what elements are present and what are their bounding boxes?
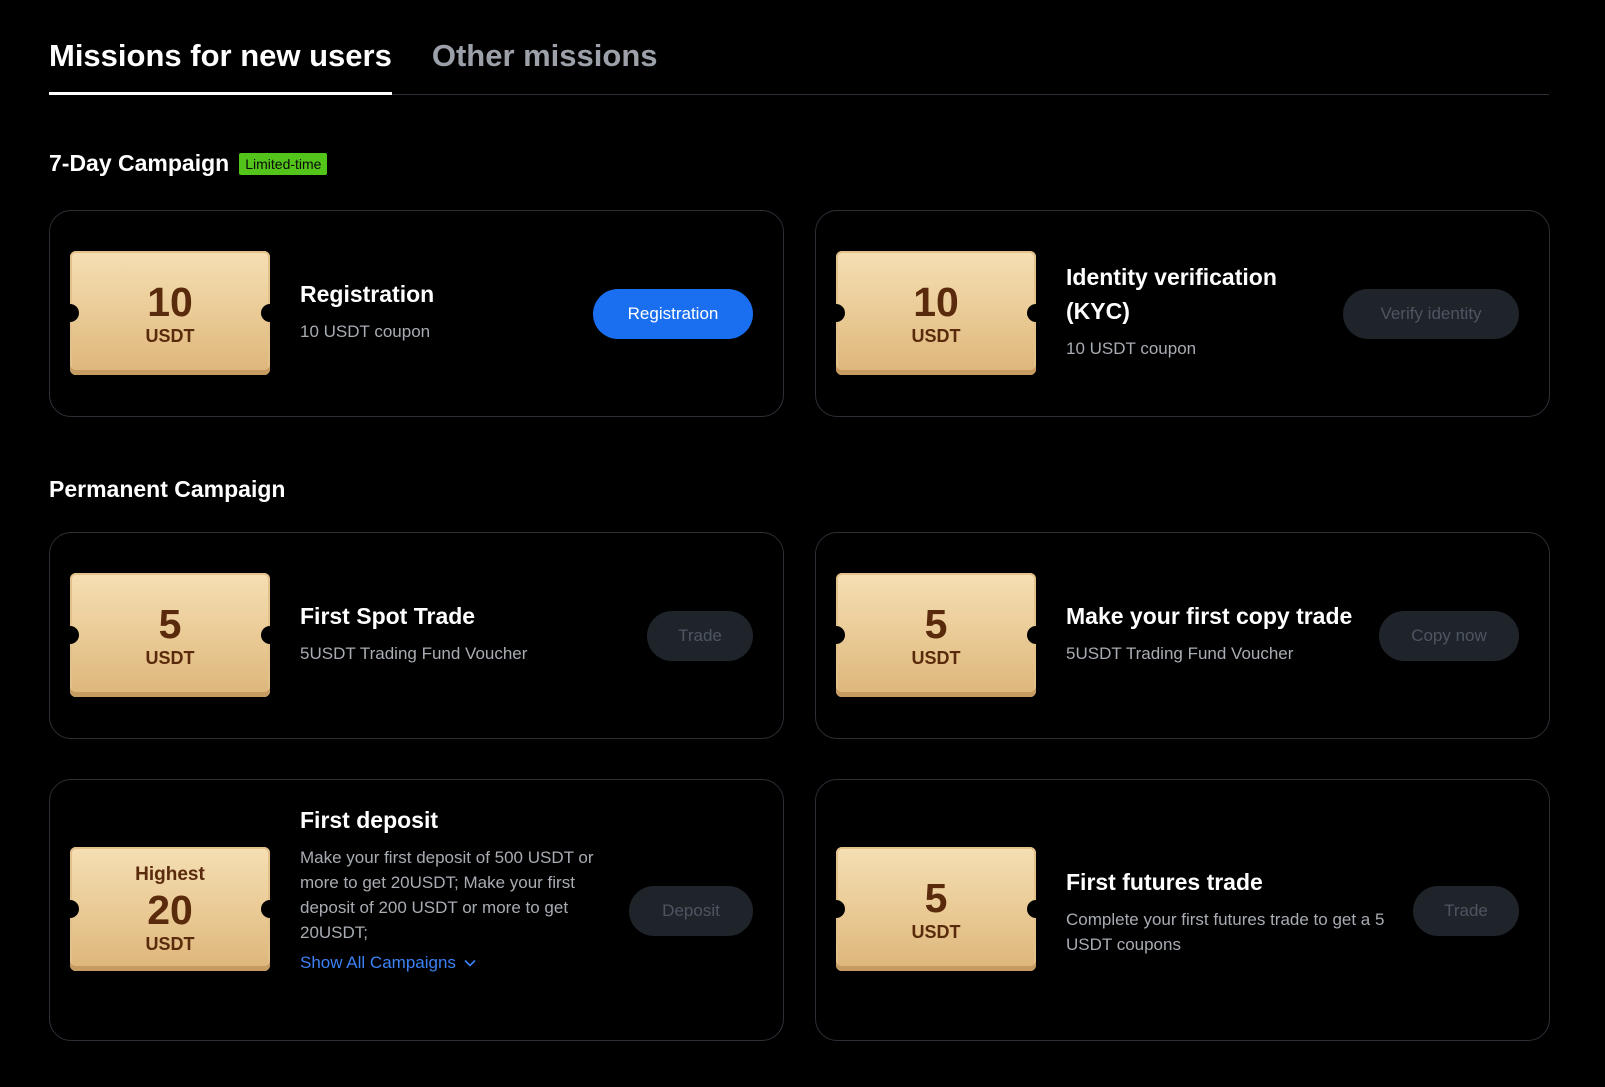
ticket-unit: USDT [911, 325, 961, 346]
trade-button[interactable]: Trade [647, 611, 753, 661]
missions-page: Missions for new users Other missions 7-… [0, 0, 1605, 1087]
mission-desc: 5USDT Trading Fund Voucher [300, 644, 528, 663]
ticket-prefix: Highest [135, 863, 205, 885]
mission-card-kyc: 10 USDT Identity verification (KYC) 10 U… [815, 210, 1550, 417]
mission-title: First futures trade [1066, 869, 1263, 895]
section-title: 7-Day Campaign [49, 150, 230, 176]
coupon-ticket: 5 USDT [827, 847, 1045, 971]
limited-time-badge: Limited-time [239, 152, 328, 175]
mission-title: First deposit [300, 807, 439, 833]
mission-title: Registration [300, 281, 435, 307]
ticket-value: 10 [913, 278, 959, 325]
ticket-unit: USDT [911, 647, 961, 668]
coupon-ticket: Highest 20 USDT [61, 847, 279, 971]
section-title: Permanent Campaign [49, 476, 286, 502]
verify-identity-button[interactable]: Verify identity [1343, 289, 1519, 339]
ticket-notch [827, 304, 845, 322]
copy-now-button[interactable]: Copy now [1379, 611, 1519, 661]
ticket-unit: USDT [911, 921, 961, 942]
trade-button[interactable]: Trade [1413, 886, 1519, 936]
mission-title: First Spot Trade [300, 603, 476, 629]
mission-title: Identity verification (KYC) [1066, 264, 1277, 324]
ticket-unit: USDT [145, 325, 195, 346]
ticket-notch [61, 900, 79, 918]
ticket-notch [61, 304, 79, 322]
mission-info: First futures trade Complete your first … [1066, 865, 1386, 957]
ticket-notch [261, 304, 279, 322]
tab-missions-new-users[interactable]: Missions for new users [49, 38, 392, 95]
ticket-value: 5 [924, 874, 948, 921]
ticket-value: 10 [147, 278, 193, 325]
ticket-notch [1027, 304, 1045, 322]
link-label: Show All Campaigns [300, 953, 456, 972]
tab-other-missions[interactable]: Other missions [432, 38, 658, 94]
mission-desc: 10 USDT coupon [1066, 339, 1197, 358]
ticket-notch [261, 626, 279, 644]
mission-card-first-copy-trade: 5 USDT Make your first copy trade 5USDT … [815, 532, 1550, 739]
section-permanent-campaign: Permanent Campaign [49, 476, 285, 503]
mission-card-registration: 10 USDT Registration 10 USDT coupon Regi… [49, 210, 784, 417]
ticket-unit: USDT [145, 933, 195, 954]
mission-info: First deposit Make your first deposit of… [300, 803, 600, 973]
coupon-ticket: 10 USDT [61, 251, 279, 375]
mission-desc: 5USDT Trading Fund Voucher [1066, 644, 1294, 663]
mission-card-first-deposit: Highest 20 USDT First deposit Make your … [49, 779, 784, 1041]
mission-info: First Spot Trade 5USDT Trading Fund Vouc… [300, 599, 640, 666]
mission-info: Make your first copy trade 5USDT Trading… [1066, 599, 1366, 666]
mission-desc: Make your first deposit of 500 USDT or m… [300, 848, 594, 942]
ticket-unit: USDT [145, 647, 195, 668]
tab-bar: Missions for new users Other missions [49, 0, 1549, 95]
ticket-value: 5 [924, 600, 948, 647]
show-all-campaigns-link[interactable]: Show All Campaigns [300, 953, 476, 973]
ticket-notch [61, 626, 79, 644]
mission-desc: Complete your first futures trade to get… [1066, 910, 1385, 954]
coupon-ticket: 5 USDT [61, 573, 279, 697]
mission-desc: 10 USDT coupon [300, 322, 431, 341]
ticket-notch [261, 900, 279, 918]
mission-card-first-futures-trade: 5 USDT First futures trade Complete your… [815, 779, 1550, 1041]
mission-info: Registration 10 USDT coupon [300, 277, 580, 344]
ticket-notch [1027, 626, 1045, 644]
coupon-ticket: 5 USDT [827, 573, 1045, 697]
mission-info: Identity verification (KYC) 10 USDT coup… [1066, 260, 1326, 361]
section-7day-campaign: 7-Day Campaign Limited-time [49, 150, 328, 177]
mission-card-first-spot-trade: 5 USDT First Spot Trade 5USDT Trading Fu… [49, 532, 784, 739]
ticket-notch [1027, 900, 1045, 918]
ticket-notch [827, 626, 845, 644]
chevron-down-icon [464, 959, 476, 967]
coupon-ticket: 10 USDT [827, 251, 1045, 375]
mission-title: Make your first copy trade [1066, 603, 1353, 629]
ticket-value: 20 [147, 886, 193, 933]
registration-button[interactable]: Registration [593, 289, 753, 339]
deposit-button[interactable]: Deposit [629, 886, 753, 936]
ticket-value: 5 [158, 600, 182, 647]
ticket-notch [827, 900, 845, 918]
